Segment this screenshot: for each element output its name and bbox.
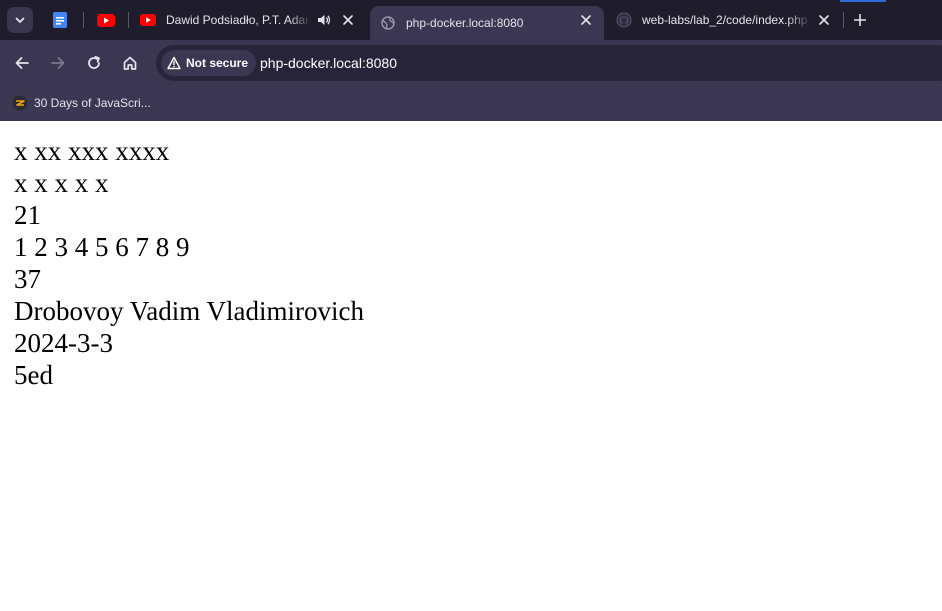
pinned-tab-youtube[interactable]: [97, 11, 115, 29]
tab-youtube-music[interactable]: Dawid Podsiadło, P.T. Adamczyk: [140, 0, 368, 40]
output-line: x xx xxx xxxx: [14, 136, 170, 166]
warning-triangle-icon: [167, 56, 181, 70]
tab-title: php-docker.local:8080: [406, 16, 524, 30]
home-icon: [123, 56, 137, 70]
bookmark-favicon-icon: [12, 95, 28, 111]
youtube-icon: [97, 13, 115, 27]
window-accent-bar: [840, 0, 886, 2]
back-button[interactable]: [12, 53, 32, 73]
tab-separator: [83, 12, 84, 28]
page-content: x xx xxx xxxx x x x x x 21 1 2 3 4 5 6 7…: [0, 121, 942, 611]
browser-toolbar: Not secure php-docker.local:8080: [0, 40, 942, 86]
tab-github[interactable]: web-labs/lab_2/code/index.php: [616, 0, 838, 40]
arrow-right-icon: [51, 57, 65, 69]
new-tab-button[interactable]: [850, 10, 870, 30]
security-chip[interactable]: Not secure: [161, 50, 257, 76]
output-line: 2024-3-3: [14, 328, 113, 358]
close-tab-icon[interactable]: [578, 12, 594, 28]
chevron-down-icon: [15, 17, 25, 23]
bookmark-label: 30 Days of JavaScri...: [34, 96, 151, 110]
output-lines: x xx xxx xxxx x x x x x 21 1 2 3 4 5 6 7…: [14, 135, 364, 391]
arrow-left-icon: [15, 57, 29, 69]
pinned-tab-google-docs[interactable]: [51, 11, 69, 29]
tab-php-docker[interactable]: php-docker.local:8080: [370, 6, 604, 40]
tab-separator: [843, 12, 844, 28]
github-icon: [616, 12, 632, 28]
output-line: 1 2 3 4 5 6 7 8 9: [14, 232, 190, 262]
globe-icon: [380, 15, 396, 31]
home-button[interactable]: [120, 53, 140, 73]
url-text[interactable]: php-docker.local:8080: [260, 55, 397, 71]
tab-search-button[interactable]: [7, 7, 33, 33]
output-line: Drobovoy Vadim Vladimirovich: [14, 296, 364, 326]
bookmarks-bar: 30 Days of JavaScri...: [0, 86, 942, 121]
output-line: 21: [14, 200, 41, 230]
google-docs-icon: [53, 12, 67, 28]
bookmark-item[interactable]: 30 Days of JavaScri...: [12, 93, 151, 113]
forward-button[interactable]: [48, 53, 68, 73]
reload-button[interactable]: [84, 53, 104, 73]
speaker-icon[interactable]: [316, 12, 332, 28]
address-bar[interactable]: Not secure php-docker.local:8080: [156, 45, 942, 81]
tab-separator: [128, 12, 129, 28]
tab-strip: Dawid Podsiadło, P.T. Adamczyk php-docke…: [0, 0, 942, 40]
youtube-icon: [140, 12, 156, 28]
output-line: 37: [14, 264, 41, 294]
security-label: Not secure: [186, 56, 249, 70]
tab-title: web-labs/lab_2/code/index.php: [642, 13, 808, 27]
plus-icon: [854, 14, 866, 26]
output-line: x x x x x: [14, 168, 109, 198]
close-tab-icon[interactable]: [340, 12, 356, 28]
tab-title: Dawid Podsiadło, P.T. Adamczyk: [166, 13, 311, 27]
output-line: 5ed: [14, 360, 53, 390]
close-tab-icon[interactable]: [816, 12, 832, 28]
reload-icon: [88, 55, 100, 69]
